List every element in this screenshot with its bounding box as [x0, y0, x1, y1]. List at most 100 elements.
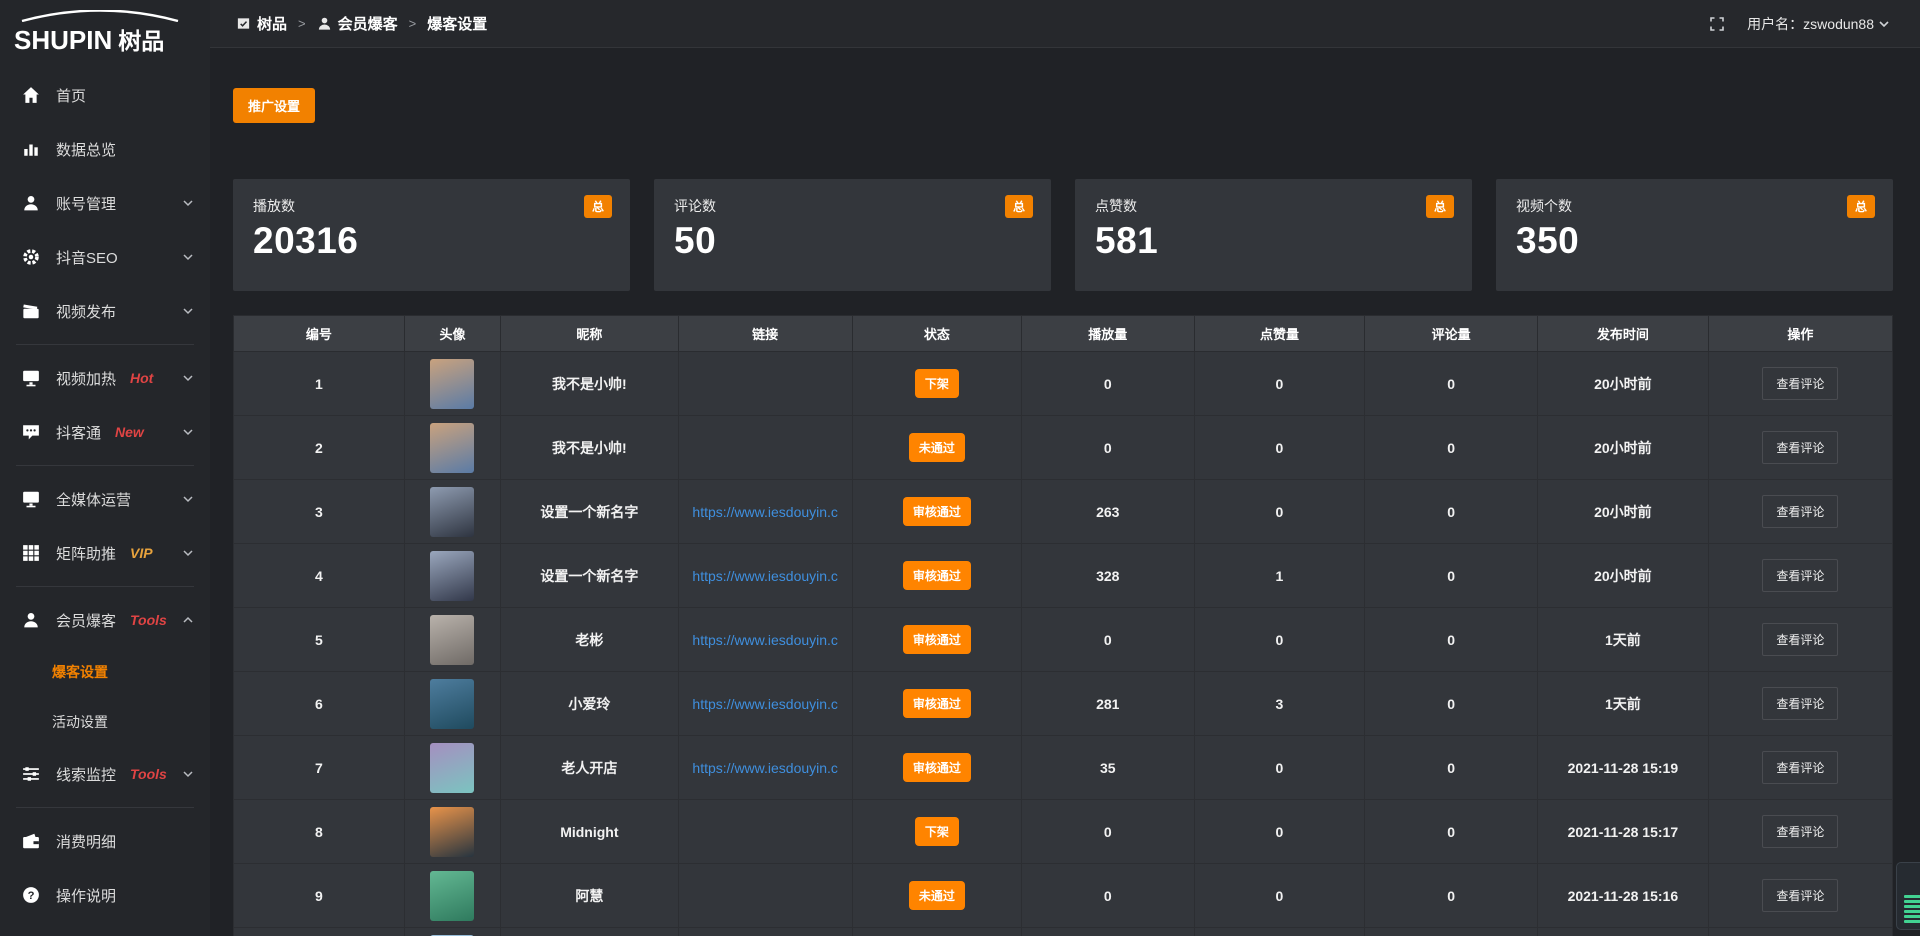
view-comments-button[interactable]: 查看评论 — [1762, 751, 1838, 784]
sidebar-divider — [16, 465, 194, 466]
table-header-状态: 状态 — [852, 316, 1021, 352]
chevron-down-icon — [182, 197, 194, 209]
table-row: 8Midnight下架0002021-11-28 15:17查看评论 — [234, 800, 1893, 864]
sidebar-item-label: 操作说明 — [56, 885, 116, 906]
sidebar-item-矩阵助推[interactable]: 矩阵助推VIP — [0, 526, 210, 580]
sidebar-item-首页[interactable]: 首页 — [0, 68, 210, 122]
sidebar-item-账号管理[interactable]: 账号管理 — [0, 176, 210, 230]
sidebar-item-全媒体运营[interactable]: 全媒体运营 — [0, 472, 210, 526]
sidebar-item-数据总览[interactable]: 数据总览 — [0, 122, 210, 176]
chevron-down-icon — [182, 251, 194, 263]
sidebar-item-会员爆客[interactable]: 会员爆客Tools — [0, 593, 210, 647]
cell-avatar — [404, 672, 500, 736]
cell-publish-time: 20小时前 — [1537, 416, 1708, 480]
widget-stripe — [1904, 900, 1920, 903]
promo-settings-button[interactable]: 推广设置 — [233, 88, 315, 123]
view-comments-button[interactable]: 查看评论 — [1762, 879, 1838, 912]
stat-value: 350 — [1516, 220, 1873, 262]
breadcrumb-item-会员爆客[interactable]: 会员爆客 — [317, 13, 398, 34]
logo-text-cn: 树品 — [118, 28, 164, 54]
cell-publish-time: 2021-11-28 15:16 — [1537, 864, 1708, 928]
sidebar-item-抖音SEO[interactable]: 抖音SEO — [0, 230, 210, 284]
sidebar-item-线索监控[interactable]: 线索监控Tools — [0, 747, 210, 801]
cell-id — [234, 928, 405, 936]
table-row — [234, 928, 1893, 936]
sidebar-item-label: 会员爆客 — [56, 610, 116, 631]
sidebar-item-操作说明[interactable]: ?操作说明 — [0, 868, 210, 922]
username[interactable]: 用户名：zswodun88 — [1747, 14, 1874, 34]
view-comments-button[interactable]: 查看评论 — [1762, 623, 1838, 656]
cell-comments: 0 — [1365, 672, 1538, 736]
sidebar-subitem-活动设置[interactable]: 活动设置 — [0, 697, 210, 747]
view-comments-button[interactable]: 查看评论 — [1762, 815, 1838, 848]
cell-likes: 0 — [1194, 864, 1365, 928]
profile-link[interactable]: https://www.iesdouyin.c — [679, 696, 852, 712]
status-badge[interactable]: 未通过 — [909, 433, 965, 462]
cell-publish-time — [1537, 928, 1708, 936]
cell-likes: 3 — [1194, 672, 1365, 736]
cell-actions: 查看评论 — [1708, 736, 1892, 800]
avatar — [430, 743, 474, 793]
sidebar-item-抖客通[interactable]: 抖客通New — [0, 405, 210, 459]
cell-status: 未通过 — [852, 864, 1021, 928]
view-comments-button[interactable]: 查看评论 — [1762, 495, 1838, 528]
profile-link[interactable]: https://www.iesdouyin.c — [679, 632, 852, 648]
status-badge[interactable]: 审核通过 — [903, 689, 971, 718]
profile-link[interactable]: https://www.iesdouyin.c — [679, 760, 852, 776]
status-badge[interactable]: 审核通过 — [903, 497, 971, 526]
cell-likes — [1194, 928, 1365, 936]
logo-text-en: SHUPIN — [14, 25, 112, 55]
avatar — [430, 487, 474, 537]
cell-likes: 0 — [1194, 736, 1365, 800]
sidebar-item-badge: VIP — [130, 545, 153, 561]
table-row: 4设置一个新名字https://www.iesdouyin.c审核通过32810… — [234, 544, 1893, 608]
view-comments-button[interactable]: 查看评论 — [1762, 431, 1838, 464]
status-badge[interactable]: 审核通过 — [903, 561, 971, 590]
sidebar-item-视频发布[interactable]: 视频发布 — [0, 284, 210, 338]
status-badge[interactable]: 未通过 — [909, 881, 965, 910]
stat-value: 581 — [1095, 220, 1452, 262]
breadcrumb-item-爆客设置[interactable]: 爆客设置 — [427, 13, 487, 34]
sidebar-item-label: 首页 — [56, 85, 86, 106]
cell-comments: 0 — [1365, 352, 1538, 416]
cell-publish-time: 20小时前 — [1537, 352, 1708, 416]
stat-card-点赞数: 点赞数581总 — [1075, 179, 1472, 291]
view-comments-button[interactable]: 查看评论 — [1762, 367, 1838, 400]
view-comments-button[interactable]: 查看评论 — [1762, 687, 1838, 720]
status-badge[interactable]: 审核通过 — [903, 625, 971, 654]
stat-total-badge: 总 — [1005, 195, 1033, 218]
cell-publish-time: 1天前 — [1537, 608, 1708, 672]
sidebar-subitem-爆客设置[interactable]: 爆客设置 — [0, 647, 210, 697]
cell-avatar — [404, 352, 500, 416]
cell-status: 未通过 — [852, 416, 1021, 480]
table-header-播放量: 播放量 — [1021, 316, 1194, 352]
status-badge[interactable]: 审核通过 — [903, 753, 971, 782]
wallet-icon — [22, 832, 40, 850]
chevron-down-icon[interactable] — [1878, 18, 1890, 30]
floating-service-widget[interactable] — [1896, 862, 1920, 930]
status-badge[interactable]: 下架 — [915, 817, 959, 846]
fullscreen-icon[interactable] — [1709, 16, 1725, 32]
logo-text: SHUPIN树品 — [14, 22, 210, 56]
sidebar-item-label: 抖客通 — [56, 422, 101, 443]
status-badge[interactable]: 下架 — [915, 369, 959, 398]
sliders-icon — [22, 765, 40, 783]
cell-likes: 0 — [1194, 800, 1365, 864]
sidebar-item-label: 视频加热 — [56, 368, 116, 389]
cell-comments: 0 — [1365, 480, 1538, 544]
logo[interactable]: SHUPIN树品 — [0, 0, 210, 60]
cell-link — [678, 416, 852, 480]
profile-link[interactable]: https://www.iesdouyin.c — [679, 504, 852, 520]
cell-actions: 查看评论 — [1708, 608, 1892, 672]
sidebar-item-消费明细[interactable]: 消费明细 — [0, 814, 210, 868]
view-comments-button[interactable]: 查看评论 — [1762, 559, 1838, 592]
breadcrumb-item-树品[interactable]: 树品 — [236, 13, 287, 34]
profile-link[interactable]: https://www.iesdouyin.c — [679, 568, 852, 584]
sidebar-item-视频加热[interactable]: 视频加热Hot — [0, 351, 210, 405]
cell-link: https://www.iesdouyin.c — [678, 608, 852, 672]
cell-nickname: Midnight — [501, 800, 679, 864]
app-root: SHUPIN树品 首页数据总览账号管理抖音SEO视频发布视频加热Hot抖客通Ne… — [0, 0, 1920, 936]
cell-actions — [1708, 928, 1892, 936]
cell-nickname: 小爱玲 — [501, 672, 679, 736]
cell-status: 审核通过 — [852, 736, 1021, 800]
